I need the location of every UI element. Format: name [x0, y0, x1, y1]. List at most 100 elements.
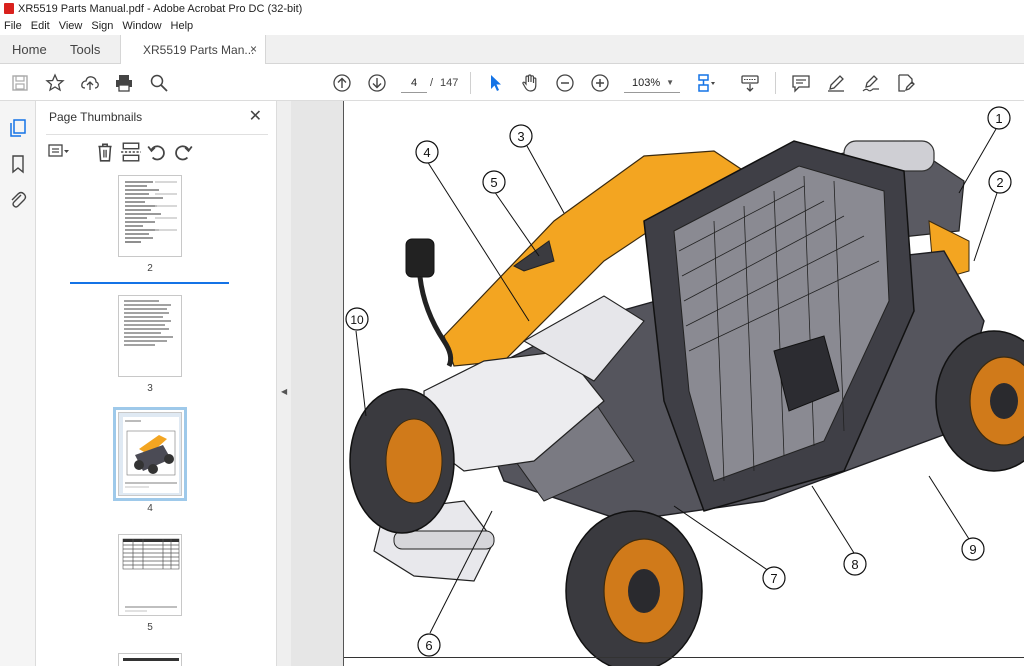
tab-tools[interactable]: Tools — [70, 35, 100, 64]
zoom-out-icon — [556, 74, 574, 92]
callout-label: 2 — [996, 175, 1003, 190]
toolbar-divider — [775, 72, 776, 94]
printer-icon — [116, 75, 132, 92]
pages-icon — [10, 119, 26, 137]
toolbar-divider — [470, 72, 471, 94]
page-thumbnails-toggle[interactable] — [8, 118, 28, 138]
keyboard-icon — [741, 75, 759, 92]
bookmark-icon — [12, 155, 24, 174]
close-icon[interactable]: ✕ — [249, 106, 262, 126]
menu-file[interactable]: File — [4, 20, 22, 32]
callout-5: 5 — [482, 170, 506, 194]
rotate-left-icon — [147, 145, 165, 161]
panel-title: Page Thumbnails — [49, 110, 143, 124]
pointer-arrow-icon — [491, 75, 501, 91]
bookmark-star-button[interactable] — [44, 72, 66, 94]
next-page-button[interactable] — [366, 72, 388, 94]
callout-7: 7 — [762, 566, 786, 590]
menu-view[interactable]: View — [59, 20, 83, 32]
thumbnail-options-button[interactable] — [48, 141, 70, 163]
highlight-button[interactable] — [825, 72, 847, 94]
collapse-panel-icon[interactable]: ◀ — [281, 387, 287, 396]
acrobat-logo-icon — [4, 3, 14, 14]
page-separator: / — [430, 77, 434, 89]
page-display-button[interactable] — [696, 72, 718, 94]
tab-close-icon[interactable]: × — [250, 42, 257, 56]
thumbnail-page-5[interactable] — [118, 534, 182, 616]
menu-help[interactable]: Help — [171, 20, 194, 32]
thumbnail-page-4[interactable] — [113, 407, 187, 501]
attachments-toggle[interactable] — [8, 190, 28, 210]
page-bottom-border — [344, 657, 1024, 658]
thumbnail-label: 2 — [147, 263, 153, 274]
edit-pdf-button[interactable] — [895, 72, 917, 94]
select-tool-button[interactable] — [484, 72, 506, 94]
tab-document-label: XR5519 Parts Man... — [143, 43, 255, 57]
chevron-down-icon: ▼ — [666, 78, 674, 87]
thumbnail-page-6[interactable] — [118, 653, 182, 666]
callout-9: 9 — [961, 537, 985, 561]
pen-icon — [828, 75, 844, 92]
thumbnail-page-3[interactable] — [118, 295, 182, 377]
zoom-level-value: 103% — [632, 77, 661, 89]
save-icon — [12, 75, 28, 91]
hand-tool-button[interactable] — [519, 72, 541, 94]
page-thumbnails-panel: Page Thumbnails ✕ 2 3 4 5 — [36, 101, 307, 666]
save-button[interactable] — [9, 72, 31, 94]
tab-home[interactable]: Home — [12, 35, 47, 64]
callout-6: 6 — [417, 633, 441, 657]
thumbnail-label: 3 — [147, 383, 153, 394]
menu-window[interactable]: Window — [122, 20, 161, 32]
thumbnail-label: 5 — [147, 622, 153, 633]
menu-sign[interactable]: Sign — [91, 20, 113, 32]
page-display-icon — [698, 74, 715, 92]
callout-1: 1 — [987, 106, 1011, 130]
arrow-down-circle-icon — [368, 74, 386, 92]
panel-splitter[interactable]: ◀ — [277, 101, 291, 666]
edit-pdf-icon — [898, 74, 915, 92]
page-number-input[interactable]: 4 — [401, 73, 427, 93]
page-preview — [124, 300, 173, 346]
paperclip-icon — [11, 191, 27, 208]
zoom-level-select[interactable]: 103% ▼ — [624, 73, 680, 93]
upload-button[interactable] — [79, 72, 101, 94]
panel-divider — [46, 134, 268, 135]
callout-label: 1 — [995, 111, 1002, 126]
thumbnail-label: 4 — [147, 503, 153, 514]
zoom-in-button[interactable] — [589, 72, 611, 94]
search-icon — [150, 74, 168, 92]
bookmarks-toggle[interactable] — [8, 154, 28, 174]
previous-page-button[interactable] — [331, 72, 353, 94]
comment-icon — [792, 75, 810, 93]
callout-4: 4 — [415, 140, 439, 164]
callout-label: 9 — [969, 542, 976, 557]
window-title: XR5519 Parts Manual.pdf - Adobe Acrobat … — [18, 2, 303, 15]
tab-document[interactable]: XR5519 Parts Man... × — [120, 35, 266, 65]
zoom-in-icon — [591, 74, 609, 92]
print-button[interactable] — [113, 72, 135, 94]
callout-3: 3 — [509, 124, 533, 148]
tab-bar: Home Tools XR5519 Parts Man... × — [0, 35, 1024, 65]
sign-pen-icon — [862, 75, 879, 92]
callout-label: 5 — [490, 175, 497, 190]
zoom-out-button[interactable] — [554, 72, 576, 94]
fill-sign-button[interactable] — [860, 72, 882, 94]
insert-page-button[interactable] — [120, 141, 142, 163]
delete-page-button[interactable] — [94, 141, 116, 163]
rotate-left-button[interactable] — [146, 141, 168, 163]
rotate-right-button[interactable] — [172, 141, 194, 163]
callout-label: 10 — [350, 313, 364, 327]
page-preview — [123, 417, 179, 493]
search-button[interactable] — [148, 72, 170, 94]
menu-edit[interactable]: Edit — [31, 20, 50, 32]
thumbnail-page-2[interactable] — [118, 175, 182, 257]
pdf-page: 1 2 3 4 5 6 7 8 9 10 — [343, 101, 1024, 666]
callout-label: 7 — [770, 571, 777, 586]
document-view[interactable]: 1 2 3 4 5 6 7 8 9 10 — [291, 101, 1024, 666]
keyboard-scroll-button[interactable] — [739, 72, 761, 94]
callout-label: 4 — [423, 145, 430, 160]
thumbnail-list: 2 3 4 5 — [36, 171, 264, 666]
comment-button[interactable] — [790, 72, 812, 94]
page-preview — [122, 538, 180, 612]
arrow-up-circle-icon — [333, 74, 351, 92]
